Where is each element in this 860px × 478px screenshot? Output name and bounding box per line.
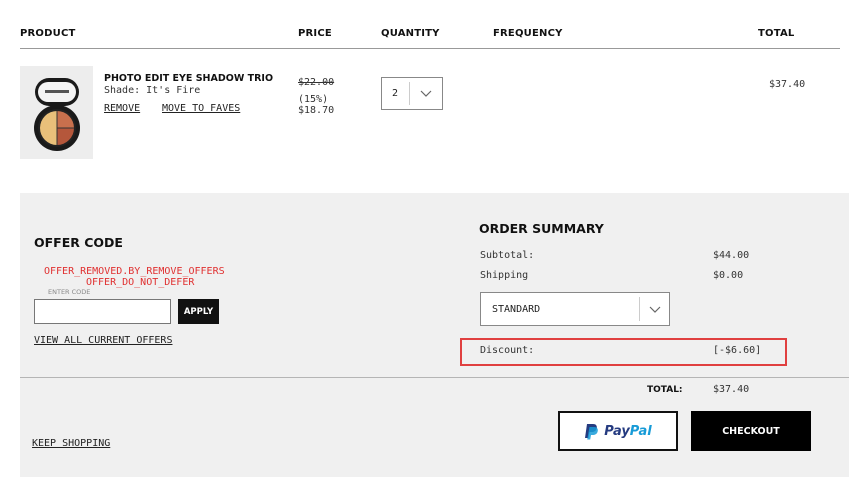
summary-divider [20, 377, 849, 378]
paypal-wordmark-pay: Pay [604, 423, 630, 439]
apply-button[interactable]: APPLY [178, 299, 219, 324]
paypal-logo-icon [585, 423, 599, 439]
chevron-down-icon [649, 306, 661, 313]
shipping-method-select[interactable]: STANDARD [480, 292, 670, 326]
checkout-button[interactable]: CHECKOUT [691, 411, 811, 451]
chevron-down-icon [420, 90, 432, 97]
discount-value: [-$6.60] [713, 345, 762, 356]
product-name: PHOTO EDIT EYE SHADOW TRIO [104, 73, 274, 84]
shipping-value: $0.00 [713, 270, 744, 281]
offer-code-input[interactable] [34, 299, 171, 324]
product-shade: Shade: It's Fire [104, 85, 201, 96]
eyeshadow-compact-icon [34, 78, 80, 151]
product-thumbnail[interactable] [20, 66, 93, 159]
offer-code-title: OFFER CODE [34, 235, 123, 250]
offer-code-label: ENTER CODE [48, 288, 91, 296]
move-to-faves-link[interactable]: MOVE TO FAVES [162, 103, 240, 114]
shipping-select-divider [639, 297, 640, 321]
original-price: $22.00 [298, 77, 335, 88]
keep-shopping-link[interactable]: KEEP SHOPPING [32, 438, 110, 449]
offer-error-message-2: OFFER_DO_NOT_DEFER [86, 277, 195, 288]
remove-link[interactable]: REMOVE [104, 103, 140, 114]
view-all-offers-link[interactable]: VIEW ALL CURRENT OFFERS [34, 335, 172, 346]
sale-price: $18.70 [298, 105, 335, 116]
paypal-wordmark-pal: Pal [629, 423, 652, 439]
discount-percent: (15%) [298, 94, 329, 105]
header-frequency: FREQUENCY [493, 28, 563, 39]
subtotal-value: $44.00 [713, 250, 750, 261]
order-summary-title: ORDER SUMMARY [479, 221, 604, 236]
quantity-value: 2 [392, 88, 399, 99]
header-price: PRICE [298, 28, 332, 39]
subtotal-label: Subtotal: [480, 250, 535, 261]
line-total: $37.40 [769, 79, 806, 90]
header-total: TOTAL [758, 28, 795, 39]
order-total-value: $37.40 [713, 384, 750, 395]
header-product: PRODUCT [20, 28, 76, 39]
quantity-divider [409, 82, 410, 105]
paypal-button[interactable]: PayPal [558, 411, 678, 451]
header-quantity: QUANTITY [381, 28, 440, 39]
header-divider [20, 48, 840, 49]
shipping-label: Shipping [480, 270, 529, 281]
paypal-wordmark: PayPal [604, 424, 651, 439]
offer-error-message: OFFER_REMOVED.BY_REMOVE_OFFERS [44, 266, 225, 277]
discount-label: Discount: [480, 345, 535, 356]
order-total-label: TOTAL: [647, 385, 683, 395]
shipping-method-value: STANDARD [492, 304, 541, 315]
quantity-select[interactable]: 2 [381, 77, 443, 110]
